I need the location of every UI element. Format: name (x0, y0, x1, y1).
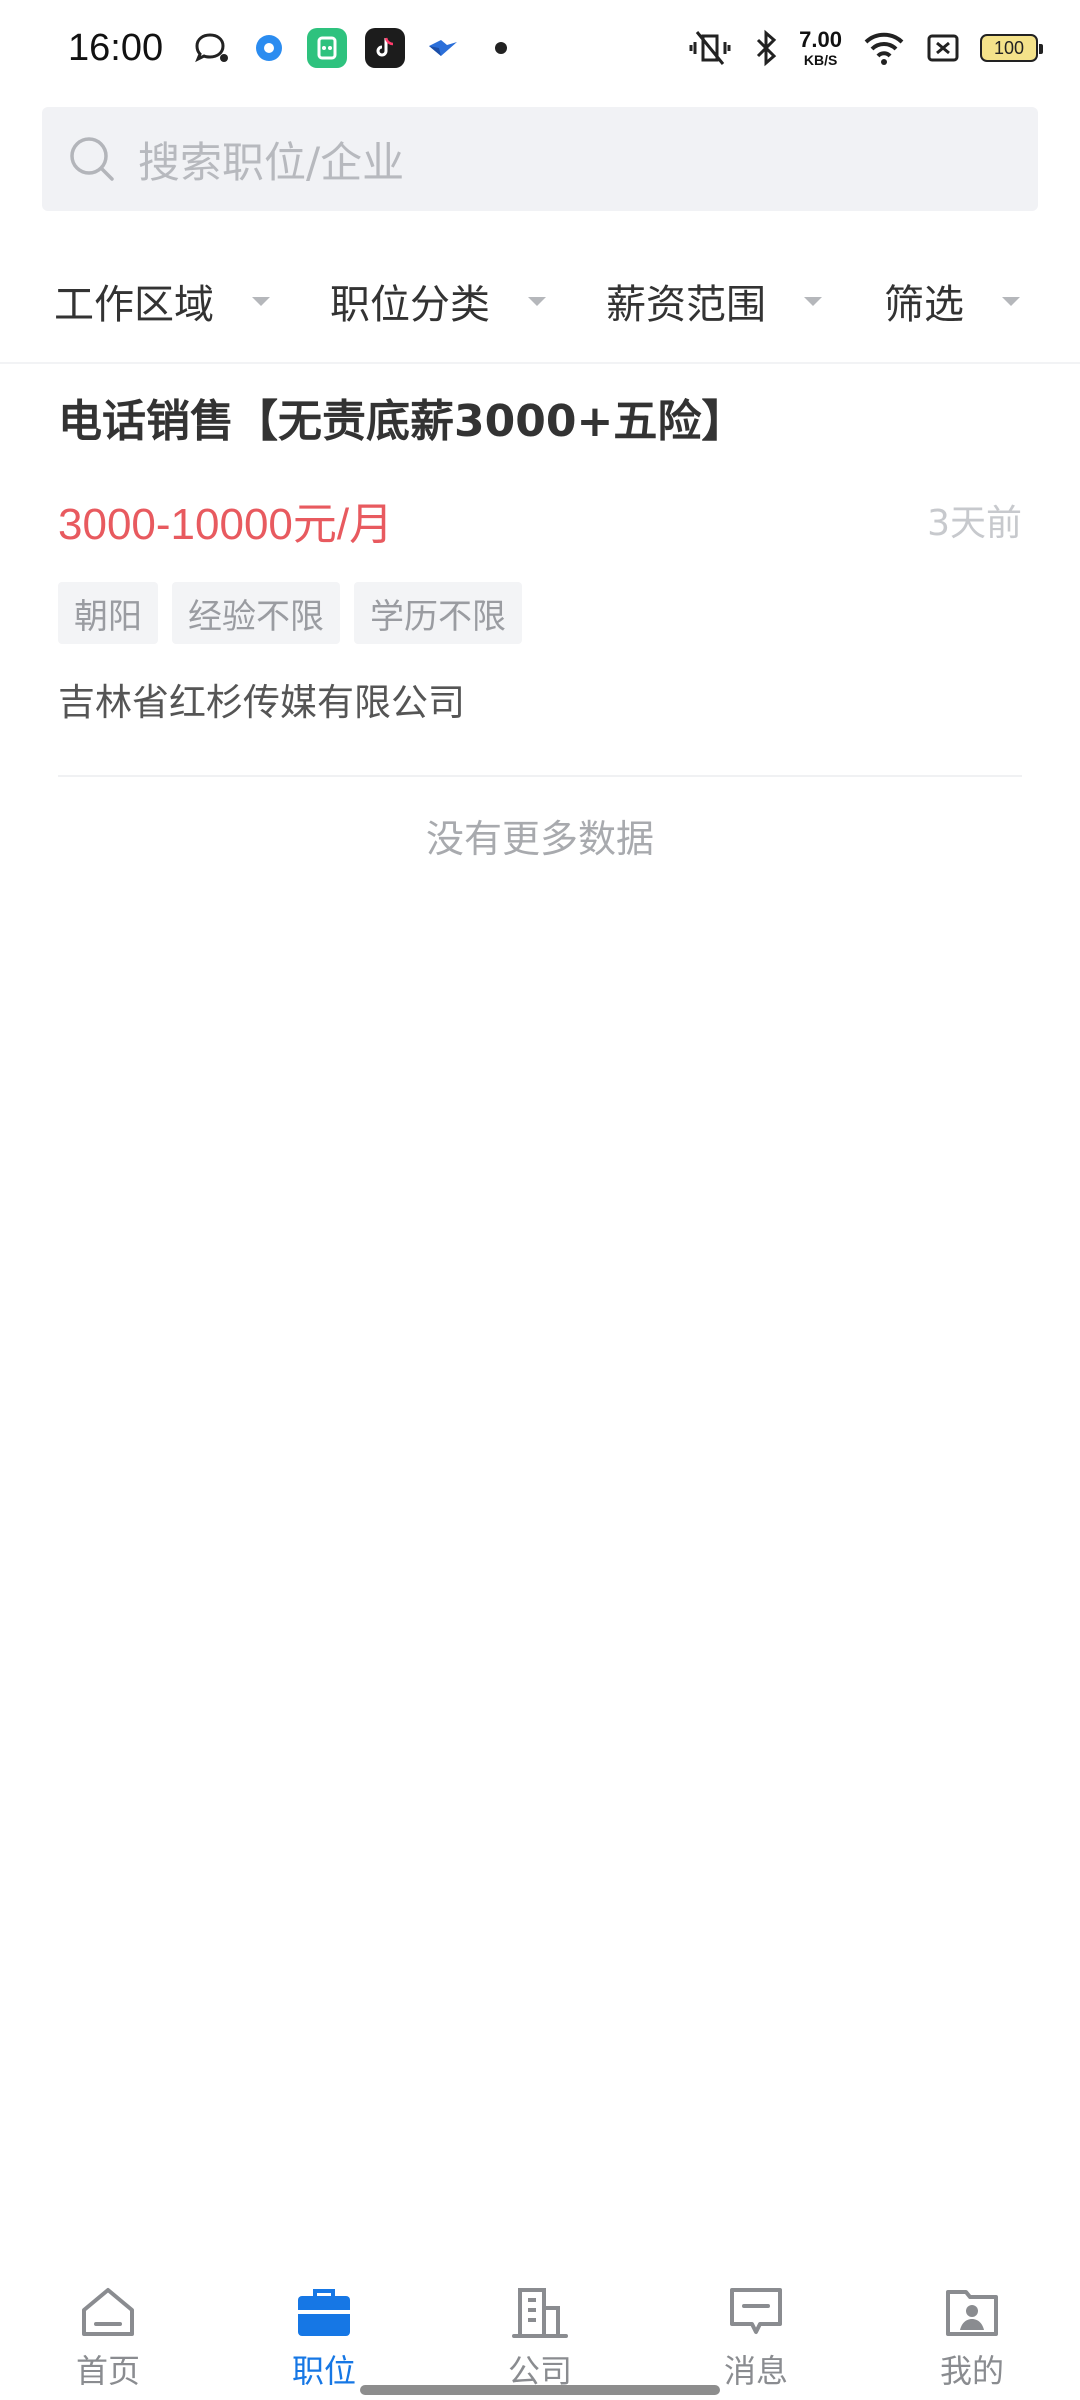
job-title: 电话销售【无责底薪3000+五险】 (58, 396, 746, 447)
filter-label: 薪资范围 (606, 282, 766, 328)
notification-icons (191, 28, 521, 68)
system-status-icons: 7.00 KB/S 100 (687, 27, 1043, 68)
tab-label: 首页 (75, 2352, 140, 2390)
search-input[interactable]: 搜索职位/企业 (42, 107, 1038, 211)
tab-home[interactable]: 首页 (0, 2260, 216, 2400)
status-time: 16:00 (68, 26, 164, 69)
job-card[interactable]: 电话销售【无责底薪3000+五险】 3000-10000元/月 3天前 朝阳 经… (58, 400, 1022, 726)
filter-label: 工作区域 (54, 282, 214, 328)
briefcase-icon (298, 2289, 350, 2336)
caret-down-icon (804, 296, 822, 306)
status-bar: 16:00 7.00 KB/S 100 (0, 0, 1080, 96)
list-end-text: 没有更多数据 (425, 817, 654, 861)
message-icon (730, 2288, 782, 2334)
tab-messages[interactable]: 消息 (648, 2260, 864, 2400)
wifi-icon (864, 32, 904, 65)
battery-level: 100 (993, 37, 1025, 58)
chat-bubble-icon (195, 33, 229, 63)
filter-work-area[interactable]: 工作区域 (54, 272, 270, 330)
caret-down-icon (252, 296, 270, 306)
tab-label: 我的 (939, 2352, 1004, 2390)
sim-none-icon (927, 34, 959, 62)
tag-location: 朝阳 (58, 582, 158, 644)
battery-icon: 100 (980, 34, 1043, 62)
search-placeholder: 搜索职位/企业 (138, 137, 405, 187)
job-salary: 3000-10000元/月 (58, 500, 394, 549)
company-name: 吉林省红杉传媒有限公司 (58, 681, 465, 724)
green-app-icon (307, 28, 348, 68)
bluetooth-icon (757, 29, 777, 67)
filter-salary-range[interactable]: 薪资范围 (606, 272, 822, 330)
home-icon (82, 2288, 134, 2336)
job-posted-time: 3天前 (927, 503, 1022, 544)
filter-label: 筛选 (884, 282, 964, 328)
vibrate-mute-icon (689, 31, 731, 65)
filter-label: 职位分类 (330, 282, 490, 328)
filter-bar: 工作区域 职位分类 薪资范围 筛选 (0, 240, 1080, 364)
tag-experience: 经验不限 (172, 582, 340, 644)
tab-jobs[interactable]: 职位 (216, 2260, 432, 2400)
job-tags: 朝阳 经验不限 学历不限 (58, 582, 1022, 644)
caret-down-icon (528, 296, 546, 306)
tiktok-icon (365, 28, 406, 68)
tab-profile[interactable]: 我的 (864, 2260, 1080, 2400)
dot-icon (495, 42, 508, 54)
net-speed-unit: KB/S (803, 52, 838, 68)
tab-company[interactable]: 公司 (432, 2260, 648, 2400)
tab-label: 消息 (723, 2352, 788, 2390)
net-speed-value: 7.00 (799, 27, 842, 52)
building-icon (512, 2288, 568, 2338)
blue-circle-app-icon (249, 28, 290, 68)
network-speed: 7.00 KB/S (799, 27, 842, 68)
tag-education: 学历不限 (354, 582, 522, 644)
list-divider (58, 775, 1022, 777)
filter-more[interactable]: 筛选 (884, 272, 1020, 330)
filter-job-category[interactable]: 职位分类 (330, 272, 546, 330)
bottom-tab-bar: 首页 职位 公司 消息 我的 (0, 2260, 1080, 2400)
salary-row: 3000-10000元/月 3天前 (58, 488, 1022, 552)
caret-down-icon (1002, 296, 1020, 306)
profile-icon (946, 2290, 998, 2336)
home-indicator[interactable] (360, 2385, 720, 2395)
search-icon (70, 137, 114, 181)
tab-label: 职位 (291, 2352, 356, 2390)
bird-app-icon (429, 40, 458, 56)
